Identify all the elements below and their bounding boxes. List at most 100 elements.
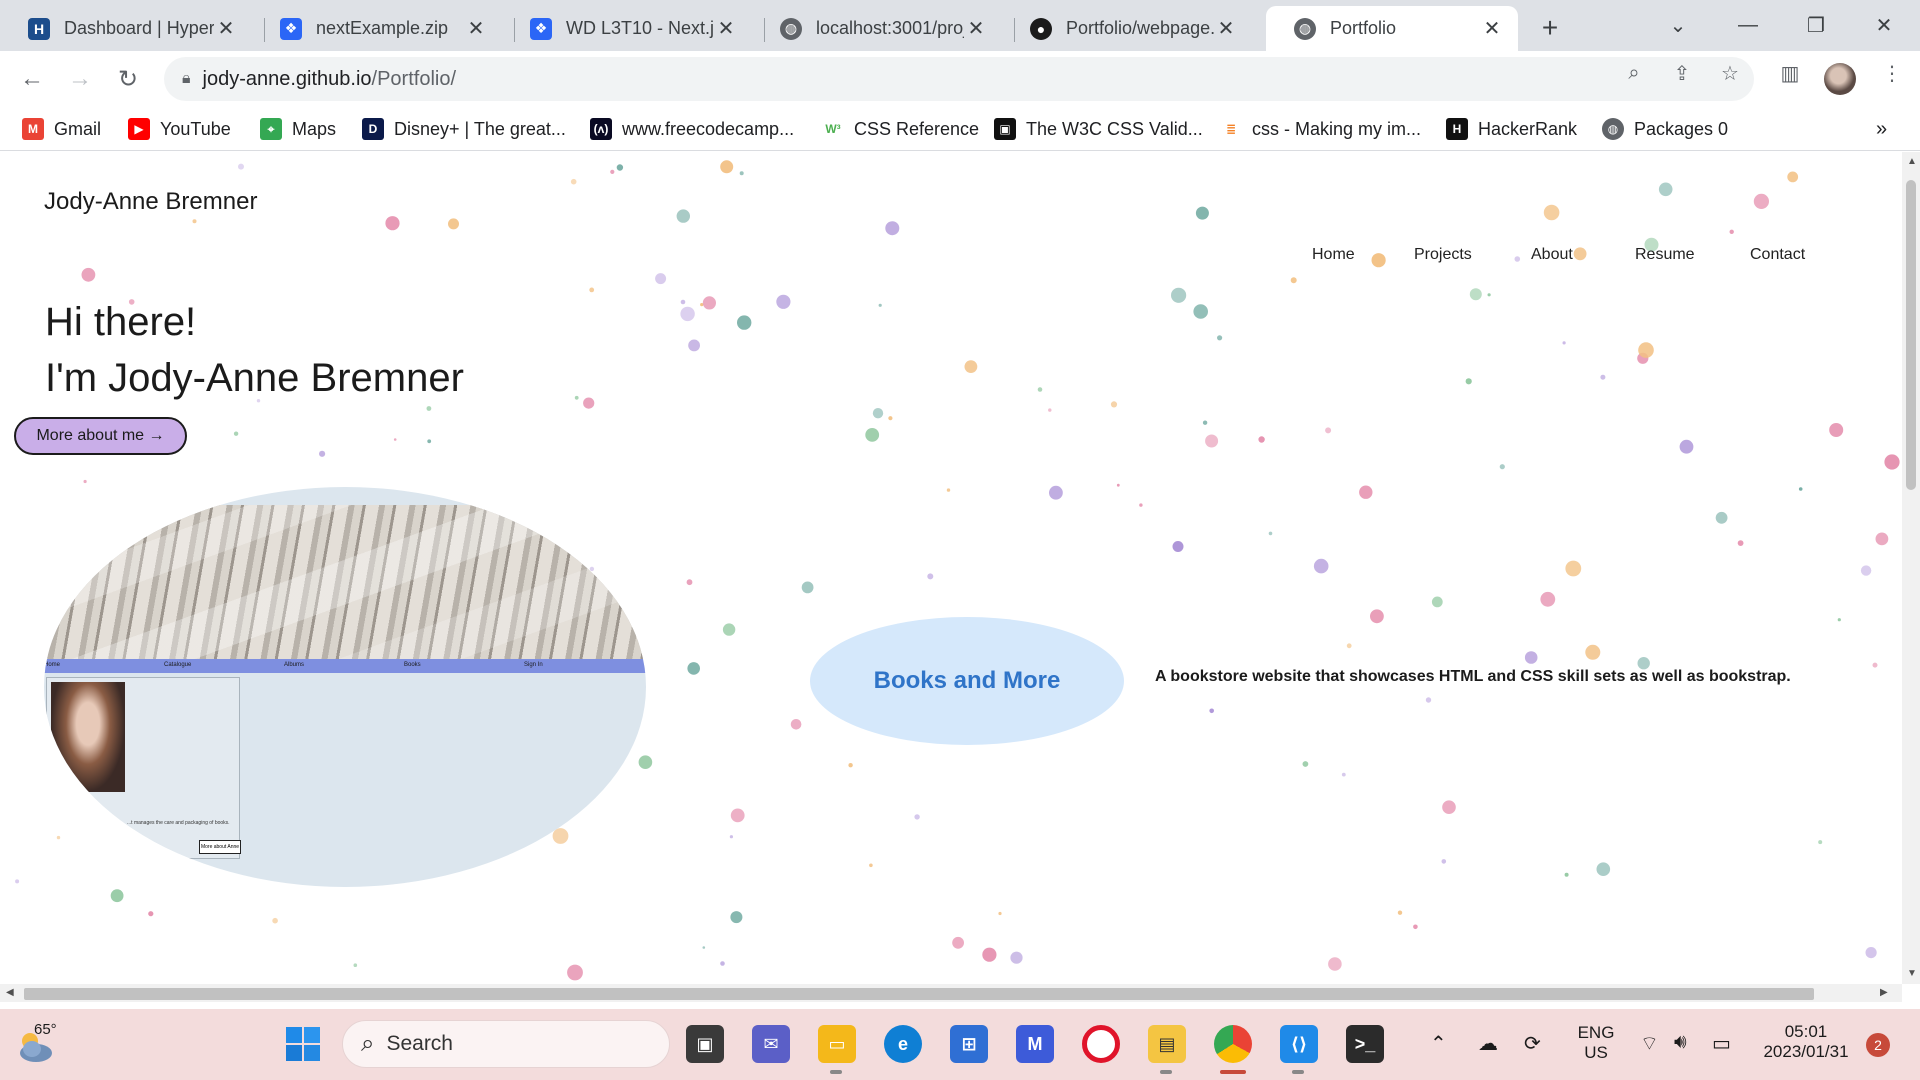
vertical-scroll-thumb[interactable] [1906,180,1916,490]
horizontal-scroll-thumb[interactable] [24,988,1814,1000]
side-panel-icon[interactable]: ▥ [1776,61,1804,85]
confetti-dot [1268,531,1273,536]
project-title[interactable]: Books and More [874,667,1061,695]
vscode-icon[interactable]: ⟨⟩ [1280,1025,1318,1063]
lock-icon[interactable]: 🔒︎ [182,70,191,88]
close-icon[interactable]: ✕ [214,17,238,41]
clock[interactable]: 05:01 2023/01/31 [1756,1022,1856,1062]
address-bar[interactable]: 🔒︎ jody-anne.github.io/Portfolio/ [164,57,1754,101]
opera-browser-icon[interactable] [1082,1025,1120,1063]
bookmark-stackoverflow[interactable]: ≣ css - Making my im... [1220,115,1421,143]
battery-icon[interactable]: ▭ [1712,1031,1731,1056]
close-icon[interactable]: ✕ [714,17,738,41]
file-explorer-icon[interactable]: ▭ [818,1025,856,1063]
bookmark-hackerrank[interactable]: H HackerRank [1446,115,1577,143]
scroll-down-icon[interactable]: ▼ [1907,968,1917,979]
menu-kebab-icon[interactable]: ⋮ [1878,61,1906,85]
scroll-up-icon[interactable]: ▲ [1907,156,1917,167]
zoom-icon[interactable]: ⌕ [1620,61,1648,85]
sync-icon[interactable]: ⟳ [1524,1031,1541,1056]
tab-localhost[interactable]: ◍ localhost:3001/proj ✕ [752,6,1002,51]
confetti-dot [1524,651,1538,664]
tab-dashboard[interactable]: H Dashboard | Hyperi ✕ [0,6,252,51]
new-tab-button[interactable]: + [1532,10,1568,46]
bookmark-w3c-validator[interactable]: ▣ The W3C CSS Valid... [994,115,1203,143]
windows-start-icon[interactable] [286,1027,320,1061]
nav-contact[interactable]: Contact [1750,246,1805,264]
language-indicator[interactable]: ENG US [1574,1023,1618,1063]
project-screenshot[interactable]: Home Catalogue Albums Books Sign In ...t… [44,487,646,887]
screenshot-portrait [51,682,125,792]
screenshot-nav-item: Catalogue [164,662,192,668]
more-about-me-button[interactable]: More about me → [14,417,187,455]
tray-chevron-up-icon[interactable]: ⌃ [1430,1031,1447,1056]
task-view-icon[interactable]: ▣ [686,1025,724,1063]
nav-projects[interactable]: Projects [1414,246,1472,264]
tab-search-chevron-icon[interactable]: ⌄ [1656,8,1700,42]
tab-github-portfolio[interactable]: ● Portfolio/webpage. ✕ [1002,6,1252,51]
window-close-icon[interactable]: ✕ [1862,8,1906,42]
bookmark-star-icon[interactable]: ☆ [1716,61,1744,85]
close-icon[interactable]: ✕ [1214,17,1238,41]
profile-avatar[interactable] [1824,63,1856,95]
project-title-bubble[interactable]: Books and More [810,617,1124,745]
confetti-dot [1217,335,1223,341]
edge-browser-icon[interactable]: e [884,1025,922,1063]
nav-home[interactable]: Home [1312,246,1355,264]
globe-icon: ◍ [780,17,802,40]
bookmark-maps[interactable]: ⌖ Maps [260,115,336,143]
site-name[interactable]: Jody-Anne Bremner [44,188,257,216]
teams-chat-icon[interactable]: ✉ [752,1025,790,1063]
confetti-dot [914,814,920,820]
bookmark-freecodecamp[interactable]: (ʌ) www.freecodecamp... [590,115,794,143]
restore-icon[interactable]: ❐ [1794,8,1838,42]
bookmark-youtube[interactable]: ▶ YouTube [128,115,231,143]
close-icon[interactable]: ✕ [1480,17,1504,41]
tab-next-example[interactable]: ❖ nextExample.zip ✕ [252,6,502,51]
tab-title: WD L3T10 - Next.js [566,18,714,38]
horizontal-scrollbar[interactable]: ◀ ▶ [0,984,1902,1002]
back-arrow-icon[interactable]: ← [14,61,50,97]
vertical-scrollbar[interactable]: ▲ ▼ [1902,152,1920,984]
confetti-dot [1328,957,1342,971]
bookmark-gmail[interactable]: M Gmail [22,115,101,143]
scroll-right-icon[interactable]: ▶ [1880,987,1888,998]
confetti-dot [1465,378,1472,385]
nav-resume[interactable]: Resume [1635,246,1695,264]
share-icon[interactable]: ⇪ [1668,61,1696,85]
sticky-notes-icon[interactable]: ▤ [1148,1025,1186,1063]
minimize-icon[interactable]: — [1726,8,1770,42]
taskbar-search[interactable]: ⌕ Search [342,1020,670,1068]
bookmark-css-reference[interactable]: W³ CSS Reference [822,115,979,143]
volume-icon[interactable]: 🔊︎ [1674,1031,1687,1054]
scroll-left-icon[interactable]: ◀ [6,987,14,998]
nav-about[interactable]: About [1531,246,1573,264]
close-icon[interactable]: ✕ [464,17,488,41]
confetti-dot [583,397,595,409]
confetti-dot [1600,374,1606,380]
confetti-dot [946,488,951,492]
notification-badge[interactable]: 2 [1866,1033,1890,1057]
confetti-dot [952,936,964,949]
confetti-dot [448,218,459,230]
chrome-browser-icon[interactable] [1214,1025,1252,1063]
confetti-dot [1837,618,1841,622]
bookmarks-overflow-icon[interactable]: » [1876,115,1887,143]
close-icon[interactable]: ✕ [964,17,988,41]
tab-wd-l3t10[interactable]: ❖ WD L3T10 - Next.js ✕ [502,6,752,51]
forward-arrow-icon[interactable]: → [62,61,98,97]
confetti-dot [1487,293,1491,297]
confetti-dot [1425,697,1432,703]
confetti-dot [15,879,20,884]
youtube-icon: ▶ [128,118,150,140]
terminal-icon[interactable]: >_ [1346,1025,1384,1063]
onedrive-cloud-icon[interactable]: ☁ [1478,1031,1498,1056]
bookmark-packages[interactable]: ◍ Packages 0 [1602,115,1728,143]
reload-icon[interactable]: ↻ [110,61,146,97]
confetti-dot [1313,558,1329,574]
tab-portfolio-active[interactable]: ◍ Portfolio ✕ [1266,6,1518,51]
wifi-icon[interactable]: ⌔ [1640,1031,1659,1056]
app-icon[interactable]: M [1016,1025,1054,1063]
microsoft-store-icon[interactable]: ⊞ [950,1025,988,1063]
bookmark-disney[interactable]: D Disney+ | The great... [362,115,566,143]
